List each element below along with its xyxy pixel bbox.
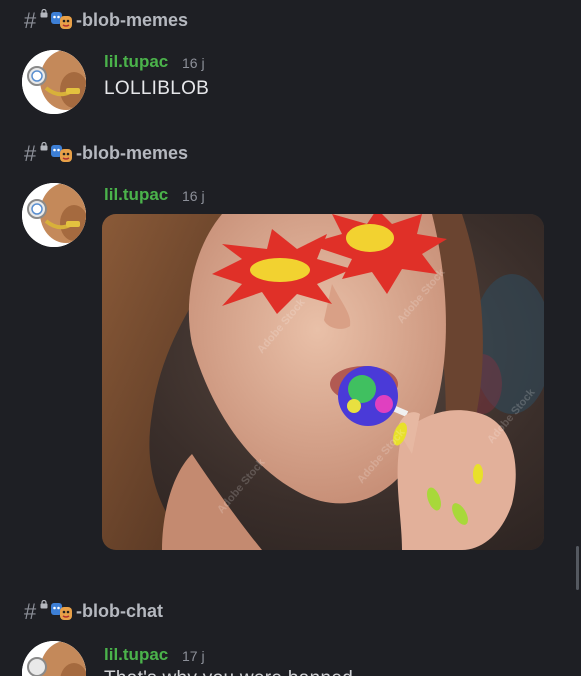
blob-avatar-icon — [22, 641, 86, 676]
message-image[interactable]: Adobe Stock Adobe Stock Adobe Stock Adob… — [102, 214, 544, 550]
blob-avatar-icon — [22, 183, 86, 247]
meme-image: Adobe Stock Adobe Stock Adobe Stock Adob… — [102, 214, 544, 550]
channel-header[interactable]: # -blob-chat — [24, 599, 163, 624]
message-author[interactable]: lil.tupac — [104, 185, 168, 205]
avatar[interactable] — [22, 183, 86, 247]
channel-header[interactable]: # -blob-memes — [24, 8, 189, 33]
message-timestamp: 17 j — [182, 648, 205, 664]
hash-lock-icon: # — [24, 141, 48, 166]
message-feed: # -blob-memes lil.tupac 16 j LOLLIBLOB # — [0, 0, 581, 676]
channel-header[interactable]: # -blob-memes — [24, 141, 189, 166]
avatar[interactable] — [22, 641, 86, 676]
channel-name: -blob-memes — [76, 142, 189, 163]
message-timestamp: 16 j — [182, 188, 205, 204]
hash-lock-icon: # — [24, 8, 48, 33]
masks-emoji-icon — [51, 603, 72, 620]
message-text: LOLLIBLOB — [104, 78, 210, 99]
avatar[interactable] — [22, 50, 86, 114]
channel-name: -blob-chat — [76, 600, 163, 621]
blob-avatar-icon — [22, 50, 86, 114]
message-timestamp: 16 j — [182, 55, 205, 71]
message-author[interactable]: lil.tupac — [104, 52, 168, 72]
masks-emoji-icon — [51, 145, 72, 162]
message-text: That's why you were banned ... — [104, 668, 375, 676]
channel-name: -blob-memes — [76, 9, 189, 30]
hash-lock-icon: # — [24, 599, 48, 624]
message-author[interactable]: lil.tupac — [104, 645, 168, 665]
scrollbar-thumb[interactable] — [576, 546, 579, 590]
masks-emoji-icon — [51, 12, 72, 29]
